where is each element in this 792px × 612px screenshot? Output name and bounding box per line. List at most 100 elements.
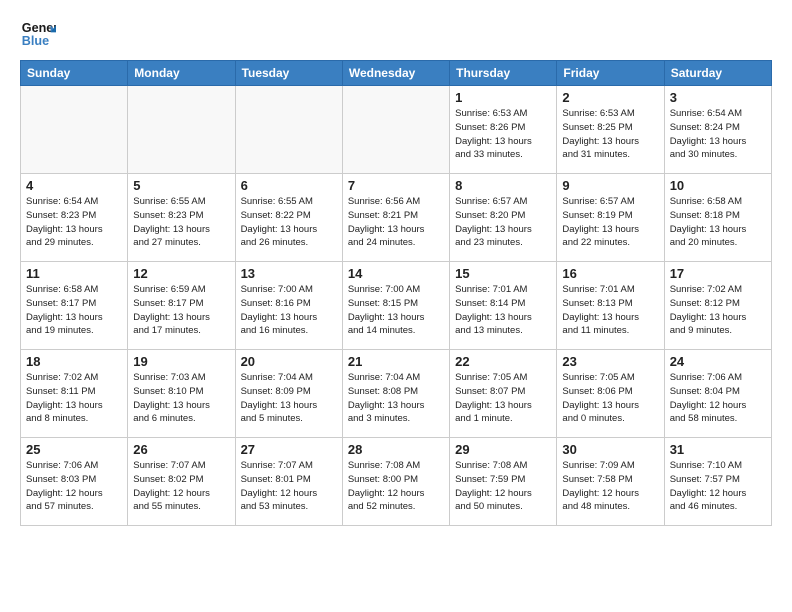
day-number: 25 xyxy=(26,442,122,457)
calendar-cell: 12 Sunrise: 6:59 AM Sunset: 8:17 PM Dayli… xyxy=(128,262,235,350)
day-info: Sunrise: 6:53 AM Sunset: 8:25 PM Dayligh… xyxy=(562,107,658,162)
week-row-1: 1 Sunrise: 6:53 AM Sunset: 8:26 PM Daylig… xyxy=(21,86,772,174)
weekday-header-sunday: Sunday xyxy=(21,61,128,86)
calendar-cell: 26 Sunrise: 7:07 AM Sunset: 8:02 PM Dayli… xyxy=(128,438,235,526)
day-info: Sunrise: 6:54 AM Sunset: 8:24 PM Dayligh… xyxy=(670,107,766,162)
calendar-cell: 28Sunrise: 7:08 AM Sunset: 8:00 PM Dayli… xyxy=(342,438,449,526)
day-info: Sunrise: 7:01 AM Sunset: 8:14 PM Dayligh… xyxy=(455,283,551,338)
calendar: SundayMondayTuesdayWednesdayThursdayFrid… xyxy=(20,60,772,526)
day-info: Sunrise: 7:05 AM Sunset: 8:07 PM Dayligh… xyxy=(455,371,551,426)
day-number: 18 xyxy=(26,354,122,369)
day-info: Sunrise: 6:53 AM Sunset: 8:26 PM Dayligh… xyxy=(455,107,551,162)
day-number: 13 xyxy=(241,266,337,281)
calendar-cell: 13 Sunrise: 7:00 AM Sunset: 8:16 PM Dayli… xyxy=(235,262,342,350)
day-info: Sunrise: 7:00 AM Sunset: 8:15 PM Dayligh… xyxy=(348,283,444,338)
day-info: Sunrise: 7:00 AM Sunset: 8:16 PM Dayligh… xyxy=(241,283,337,338)
day-number: 3 xyxy=(670,90,766,105)
calendar-cell: 27Sunrise: 7:07 AM Sunset: 8:01 PM Dayli… xyxy=(235,438,342,526)
calendar-cell: 10 Sunrise: 6:58 AM Sunset: 8:18 PM Dayli… xyxy=(664,174,771,262)
day-info: Sunrise: 7:04 AM Sunset: 8:09 PM Dayligh… xyxy=(241,371,337,426)
day-number: 22 xyxy=(455,354,551,369)
calendar-cell xyxy=(342,86,449,174)
calendar-cell: 14 Sunrise: 7:00 AM Sunset: 8:15 PM Dayli… xyxy=(342,262,449,350)
calendar-cell: 18Sunrise: 7:02 AM Sunset: 8:11 PM Dayli… xyxy=(21,350,128,438)
day-number: 6 xyxy=(241,178,337,193)
calendar-cell: 17 Sunrise: 7:02 AM Sunset: 8:12 PM Dayli… xyxy=(664,262,771,350)
day-number: 14 xyxy=(348,266,444,281)
calendar-cell: 25 Sunrise: 7:06 AM Sunset: 8:03 PM Dayli… xyxy=(21,438,128,526)
calendar-cell: 2 Sunrise: 6:53 AM Sunset: 8:25 PM Daylig… xyxy=(557,86,664,174)
day-info: Sunrise: 7:07 AM Sunset: 8:02 PM Dayligh… xyxy=(133,459,229,514)
day-number: 19 xyxy=(133,354,229,369)
calendar-cell: 21 Sunrise: 7:04 AM Sunset: 8:08 PM Dayli… xyxy=(342,350,449,438)
day-number: 23 xyxy=(562,354,658,369)
day-number: 20 xyxy=(241,354,337,369)
day-number: 27 xyxy=(241,442,337,457)
week-row-5: 25 Sunrise: 7:06 AM Sunset: 8:03 PM Dayli… xyxy=(21,438,772,526)
day-info: Sunrise: 7:06 AM Sunset: 8:04 PM Dayligh… xyxy=(670,371,766,426)
day-info: Sunrise: 6:55 AM Sunset: 8:23 PM Dayligh… xyxy=(133,195,229,250)
day-info: Sunrise: 7:05 AM Sunset: 8:06 PM Dayligh… xyxy=(562,371,658,426)
logo-icon: General Blue xyxy=(20,16,56,52)
day-number: 1 xyxy=(455,90,551,105)
day-info: Sunrise: 7:03 AM Sunset: 8:10 PM Dayligh… xyxy=(133,371,229,426)
day-info: Sunrise: 7:02 AM Sunset: 8:12 PM Dayligh… xyxy=(670,283,766,338)
calendar-cell: 11 Sunrise: 6:58 AM Sunset: 8:17 PM Dayli… xyxy=(21,262,128,350)
weekday-header-thursday: Thursday xyxy=(450,61,557,86)
day-info: Sunrise: 7:01 AM Sunset: 8:13 PM Dayligh… xyxy=(562,283,658,338)
calendar-cell: 5 Sunrise: 6:55 AM Sunset: 8:23 PM Daylig… xyxy=(128,174,235,262)
weekday-header-friday: Friday xyxy=(557,61,664,86)
day-info: Sunrise: 6:58 AM Sunset: 8:17 PM Dayligh… xyxy=(26,283,122,338)
header: General Blue xyxy=(20,16,772,52)
calendar-cell: 30 Sunrise: 7:09 AM Sunset: 7:58 PM Dayli… xyxy=(557,438,664,526)
day-info: Sunrise: 6:59 AM Sunset: 8:17 PM Dayligh… xyxy=(133,283,229,338)
weekday-header-monday: Monday xyxy=(128,61,235,86)
day-number: 31 xyxy=(670,442,766,457)
day-info: Sunrise: 6:55 AM Sunset: 8:22 PM Dayligh… xyxy=(241,195,337,250)
calendar-cell: 20 Sunrise: 7:04 AM Sunset: 8:09 PM Dayli… xyxy=(235,350,342,438)
day-info: Sunrise: 7:08 AM Sunset: 8:00 PM Dayligh… xyxy=(348,459,444,514)
day-info: Sunrise: 7:10 AM Sunset: 7:57 PM Dayligh… xyxy=(670,459,766,514)
day-info: Sunrise: 6:54 AM Sunset: 8:23 PM Dayligh… xyxy=(26,195,122,250)
day-info: Sunrise: 7:04 AM Sunset: 8:08 PM Dayligh… xyxy=(348,371,444,426)
day-number: 7 xyxy=(348,178,444,193)
calendar-cell: 4 Sunrise: 6:54 AM Sunset: 8:23 PM Daylig… xyxy=(21,174,128,262)
day-number: 29 xyxy=(455,442,551,457)
svg-text:Blue: Blue xyxy=(22,34,49,48)
day-number: 5 xyxy=(133,178,229,193)
day-number: 4 xyxy=(26,178,122,193)
weekday-header-row: SundayMondayTuesdayWednesdayThursdayFrid… xyxy=(21,61,772,86)
calendar-cell: 23 Sunrise: 7:05 AM Sunset: 8:06 PM Dayli… xyxy=(557,350,664,438)
day-number: 26 xyxy=(133,442,229,457)
calendar-cell: 8 Sunrise: 6:57 AM Sunset: 8:20 PM Daylig… xyxy=(450,174,557,262)
weekday-header-tuesday: Tuesday xyxy=(235,61,342,86)
day-info: Sunrise: 7:09 AM Sunset: 7:58 PM Dayligh… xyxy=(562,459,658,514)
day-number: 9 xyxy=(562,178,658,193)
week-row-2: 4 Sunrise: 6:54 AM Sunset: 8:23 PM Daylig… xyxy=(21,174,772,262)
calendar-cell: 9Sunrise: 6:57 AM Sunset: 8:19 PM Daylig… xyxy=(557,174,664,262)
calendar-cell: 7 Sunrise: 6:56 AM Sunset: 8:21 PM Daylig… xyxy=(342,174,449,262)
calendar-cell: 24Sunrise: 7:06 AM Sunset: 8:04 PM Dayli… xyxy=(664,350,771,438)
day-number: 16 xyxy=(562,266,658,281)
day-number: 2 xyxy=(562,90,658,105)
day-info: Sunrise: 6:57 AM Sunset: 8:20 PM Dayligh… xyxy=(455,195,551,250)
day-number: 10 xyxy=(670,178,766,193)
calendar-cell xyxy=(128,86,235,174)
day-number: 8 xyxy=(455,178,551,193)
day-number: 12 xyxy=(133,266,229,281)
day-number: 15 xyxy=(455,266,551,281)
weekday-header-saturday: Saturday xyxy=(664,61,771,86)
day-number: 30 xyxy=(562,442,658,457)
calendar-cell: 15 Sunrise: 7:01 AM Sunset: 8:14 PM Dayli… xyxy=(450,262,557,350)
day-number: 11 xyxy=(26,266,122,281)
calendar-cell: 31 Sunrise: 7:10 AM Sunset: 7:57 PM Dayli… xyxy=(664,438,771,526)
day-info: Sunrise: 7:06 AM Sunset: 8:03 PM Dayligh… xyxy=(26,459,122,514)
calendar-cell xyxy=(235,86,342,174)
day-info: Sunrise: 6:58 AM Sunset: 8:18 PM Dayligh… xyxy=(670,195,766,250)
calendar-cell xyxy=(21,86,128,174)
calendar-cell: 19 Sunrise: 7:03 AM Sunset: 8:10 PM Dayli… xyxy=(128,350,235,438)
calendar-cell: 1 Sunrise: 6:53 AM Sunset: 8:26 PM Daylig… xyxy=(450,86,557,174)
day-info: Sunrise: 6:56 AM Sunset: 8:21 PM Dayligh… xyxy=(348,195,444,250)
day-number: 21 xyxy=(348,354,444,369)
day-number: 17 xyxy=(670,266,766,281)
